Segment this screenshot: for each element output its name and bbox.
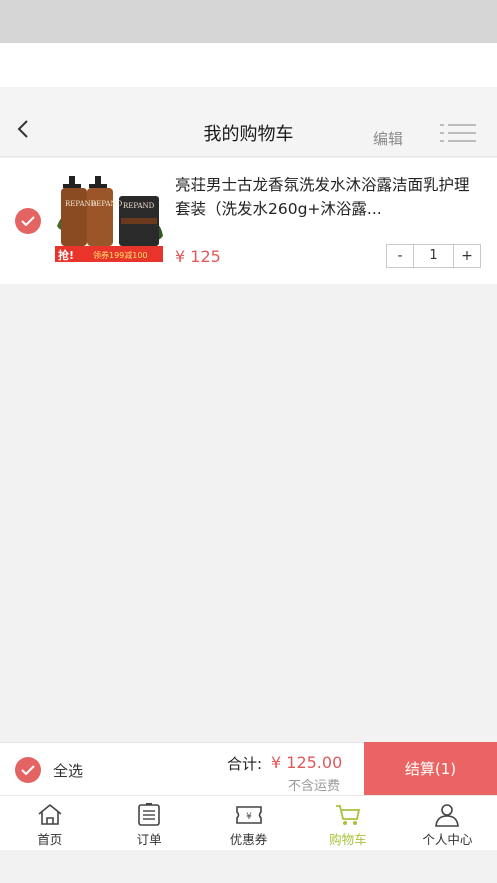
tab-coupons[interactable]: ¥ 优惠券 <box>199 796 298 850</box>
checkout-button[interactable]: 结算(1) <box>364 742 497 796</box>
item-checkbox[interactable] <box>15 208 41 234</box>
image-banner-right: 领券199减100 <box>93 250 148 260</box>
tab-label: 首页 <box>37 832 63 847</box>
order-icon <box>138 803 160 826</box>
quantity-input[interactable]: 1 <box>413 245 454 267</box>
tab-label: 个人中心 <box>422 832 473 847</box>
product-image[interactable]: REPAND REPAND REPAND 抢! 领券199减100 <box>55 176 163 262</box>
coupon-icon: ¥ <box>235 806 262 824</box>
tab-orders[interactable]: 订单 <box>99 796 198 850</box>
brand-logo-text: REPAND <box>91 200 123 208</box>
shipping-note: 不含运费 <box>288 779 341 794</box>
tab-bar: 首页 订单 ¥ 优惠券 购物车 个人中心 <box>0 795 497 850</box>
checkmark-icon <box>21 765 35 775</box>
list-menu-icon[interactable] <box>440 123 476 143</box>
brand-logo-text: REPAND <box>123 202 155 210</box>
person-icon <box>435 804 460 827</box>
navigation-bar: 我的购物车 编辑 <box>0 87 497 157</box>
image-banner-left: 抢! <box>58 248 74 262</box>
increase-button[interactable]: + <box>454 245 480 267</box>
tab-cart[interactable]: 购物车 <box>298 796 397 850</box>
total-label: 合计: <box>227 755 263 773</box>
svg-text:¥: ¥ <box>246 812 252 822</box>
bottom-safe-area <box>0 850 497 883</box>
cart-item: REPAND REPAND REPAND 抢! 领券199减100 亮荘男士古龙… <box>0 158 497 284</box>
edit-button[interactable]: 编辑 <box>373 128 403 149</box>
select-all-label[interactable]: 全选 <box>53 760 83 781</box>
select-all-checkbox[interactable] <box>15 757 41 783</box>
tab-label: 优惠券 <box>229 832 268 847</box>
total-value: ¥ 125.00 <box>271 753 343 772</box>
cart-icon <box>335 805 361 825</box>
page-title: 我的购物车 <box>203 124 294 145</box>
checkout-bar: 全选 合计: ¥ 125.00 不含运费 结算(1) <box>0 742 497 796</box>
checkmark-icon <box>21 216 35 226</box>
tab-profile[interactable]: 个人中心 <box>398 796 497 850</box>
tab-label: 购物车 <box>329 832 367 847</box>
product-title[interactable]: 亮荘男士古龙香氛洗发水沐浴露洁面乳护理套装（洗发水260g+沐浴露... <box>175 173 483 221</box>
home-icon <box>38 803 62 825</box>
top-spacer <box>0 43 497 87</box>
decrease-button[interactable]: - <box>387 245 413 267</box>
status-bar <box>0 0 497 43</box>
tab-home[interactable]: 首页 <box>0 796 99 850</box>
tab-label: 订单 <box>136 832 162 847</box>
product-price: ¥ 125 <box>175 247 221 266</box>
quantity-stepper: - 1 + <box>386 244 481 268</box>
